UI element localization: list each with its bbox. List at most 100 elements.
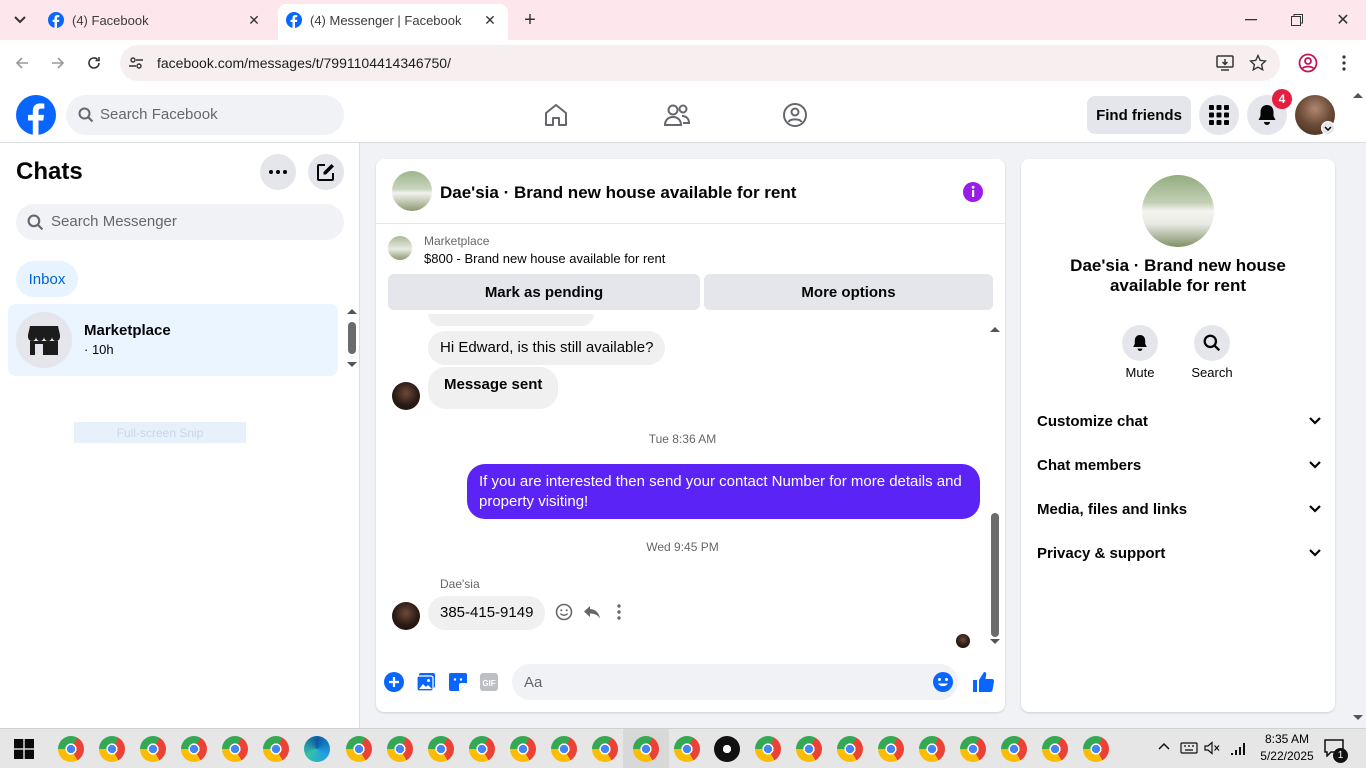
restore-button[interactable] <box>1282 8 1312 32</box>
chats-options-button[interactable] <box>260 154 296 190</box>
whatsapp-taskbar-icon[interactable] <box>714 736 740 762</box>
taskbar-clock[interactable]: 8:35 AM 5/22/2025 <box>1252 731 1322 765</box>
reply-icon[interactable] <box>583 603 601 621</box>
chrome-taskbar-icon[interactable] <box>796 736 822 762</box>
find-friends-button[interactable]: Find friends <box>1087 96 1191 134</box>
site-settings-icon[interactable] <box>128 55 144 71</box>
chrome-taskbar-icon[interactable] <box>181 736 207 762</box>
outgoing-message[interactable]: If you are interested then send your con… <box>467 464 980 519</box>
incoming-message[interactable]: Hi Edward, is this still available? <box>428 331 666 365</box>
chrome-taskbar-icon[interactable] <box>428 736 454 762</box>
chrome-taskbar-icon[interactable] <box>346 736 372 762</box>
contact-avatar[interactable] <box>392 602 420 630</box>
minimize-button[interactable] <box>1236 8 1266 32</box>
browser-menu-button[interactable] <box>1334 52 1354 74</box>
messenger-search-input[interactable]: Search Messenger <box>16 204 344 240</box>
privacy-support-section[interactable]: Privacy & support <box>1037 541 1321 565</box>
inbox-filter-tab[interactable]: Inbox <box>16 261 78 297</box>
chrome-taskbar-icon[interactable] <box>140 736 166 762</box>
windows-start-icon[interactable] <box>14 739 34 759</box>
install-app-icon[interactable] <box>1216 54 1234 72</box>
gif-icon[interactable]: GIF <box>479 672 499 692</box>
chrome-taskbar-icon[interactable] <box>58 736 84 762</box>
chrome-taskbar-icon[interactable] <box>387 736 413 762</box>
facebook-logo-icon[interactable] <box>16 95 56 135</box>
customize-chat-section[interactable]: Customize chat <box>1037 409 1321 433</box>
reload-icon <box>88 57 100 69</box>
chrome-taskbar-icon[interactable] <box>1001 736 1027 762</box>
search-in-conversation-button[interactable] <box>1194 325 1230 361</box>
menu-button[interactable] <box>1199 95 1239 135</box>
contact-profile-photo[interactable] <box>1142 175 1214 247</box>
listing-title[interactable]: $800 - Brand new house available for ren… <box>424 251 665 266</box>
groups-icon[interactable] <box>782 102 808 128</box>
friends-icon[interactable] <box>663 102 691 128</box>
thumbs-up-icon[interactable] <box>971 670 995 694</box>
chrome-taskbar-icon[interactable] <box>263 736 289 762</box>
chat-avatar[interactable] <box>392 171 432 211</box>
grid-menu-icon <box>1209 105 1229 125</box>
edge-taskbar-icon[interactable] <box>304 736 330 762</box>
url-text[interactable]: facebook.com/messages/t/7991104414346750… <box>157 55 451 71</box>
contact-avatar[interactable] <box>392 382 420 410</box>
sticker-icon[interactable] <box>448 672 468 692</box>
close-tab-icon[interactable]: ✕ <box>246 12 262 28</box>
tab-search-button[interactable] <box>8 8 32 32</box>
new-tab-button[interactable]: + <box>518 8 542 32</box>
attach-photo-icon[interactable] <box>416 672 436 692</box>
emoji-icon[interactable] <box>932 671 954 693</box>
more-options-button[interactable]: More options <box>704 274 993 310</box>
chrome-taskbar-icon[interactable] <box>837 736 863 762</box>
show-hidden-icons-icon[interactable] <box>1158 742 1170 750</box>
keyboard-language-icon[interactable] <box>1180 740 1198 756</box>
reload-button[interactable] <box>82 51 106 75</box>
incoming-message[interactable]: 385-415-9149 <box>428 596 546 630</box>
chrome-taskbar-icon[interactable] <box>1042 736 1068 762</box>
bookmark-star-icon[interactable] <box>1249 54 1267 72</box>
conversation-info-button[interactable] <box>961 180 985 204</box>
back-button[interactable] <box>10 51 34 75</box>
chrome-taskbar-icon[interactable] <box>755 736 781 762</box>
forward-button[interactable] <box>46 51 70 75</box>
chat-title[interactable]: Dae'sia · Brand new house available for … <box>440 183 796 203</box>
chrome-taskbar-icon[interactable] <box>878 736 904 762</box>
chrome-taskbar-icon[interactable] <box>633 736 659 762</box>
listing-thumbnail[interactable] <box>388 236 412 260</box>
sidebar-scrollbar[interactable] <box>344 304 360 374</box>
message-input[interactable]: Aa <box>512 664 958 700</box>
home-icon[interactable] <box>543 102 569 128</box>
more-actions-plus-icon[interactable] <box>384 672 404 692</box>
browser-tab[interactable]: (4) Facebook ✕ <box>40 0 272 40</box>
chrome-taskbar-icon[interactable] <box>592 736 618 762</box>
incoming-message[interactable]: Message sent <box>428 367 559 409</box>
mute-button[interactable] <box>1122 325 1158 361</box>
browser-tab-active[interactable]: (4) Messenger | Facebook ✕ <box>278 4 508 40</box>
chrome-taskbar-icon[interactable] <box>1083 736 1109 762</box>
chat-members-section[interactable]: Chat members <box>1037 453 1321 477</box>
chrome-taskbar-icon[interactable] <box>674 736 700 762</box>
chrome-taskbar-icon[interactable] <box>99 736 125 762</box>
network-icon[interactable] <box>1230 740 1246 756</box>
media-files-links-section[interactable]: Media, files and links <box>1037 497 1321 521</box>
search-placeholder: Search Facebook <box>100 106 218 123</box>
profile-icon[interactable] <box>1298 53 1318 73</box>
scrollbar-thumb[interactable] <box>348 322 356 354</box>
react-emoji-icon[interactable] <box>555 603 573 621</box>
chrome-taskbar-icon[interactable] <box>469 736 495 762</box>
speaker-muted-icon[interactable] <box>1204 740 1220 756</box>
facebook-search-input[interactable]: Search Facebook <box>66 95 344 135</box>
chrome-taskbar-icon[interactable] <box>222 736 248 762</box>
chrome-taskbar-icon[interactable] <box>919 736 945 762</box>
page-scroll-down-icon[interactable] <box>1353 715 1363 721</box>
chrome-taskbar-icon[interactable] <box>960 736 986 762</box>
new-message-button[interactable] <box>308 154 344 190</box>
mark-as-pending-button[interactable]: Mark as pending <box>388 274 700 310</box>
more-vertical-icon[interactable] <box>616 603 622 621</box>
account-menu-chevron[interactable] <box>1321 121 1335 135</box>
chrome-taskbar-icon[interactable] <box>551 736 577 762</box>
scrollbar-thumb[interactable] <box>991 513 999 637</box>
page-scroll-up-icon[interactable] <box>1353 92 1363 98</box>
close-tab-icon[interactable]: ✕ <box>482 12 498 28</box>
chrome-taskbar-icon[interactable] <box>510 736 536 762</box>
close-window-button[interactable]: ✕ <box>1328 8 1358 32</box>
